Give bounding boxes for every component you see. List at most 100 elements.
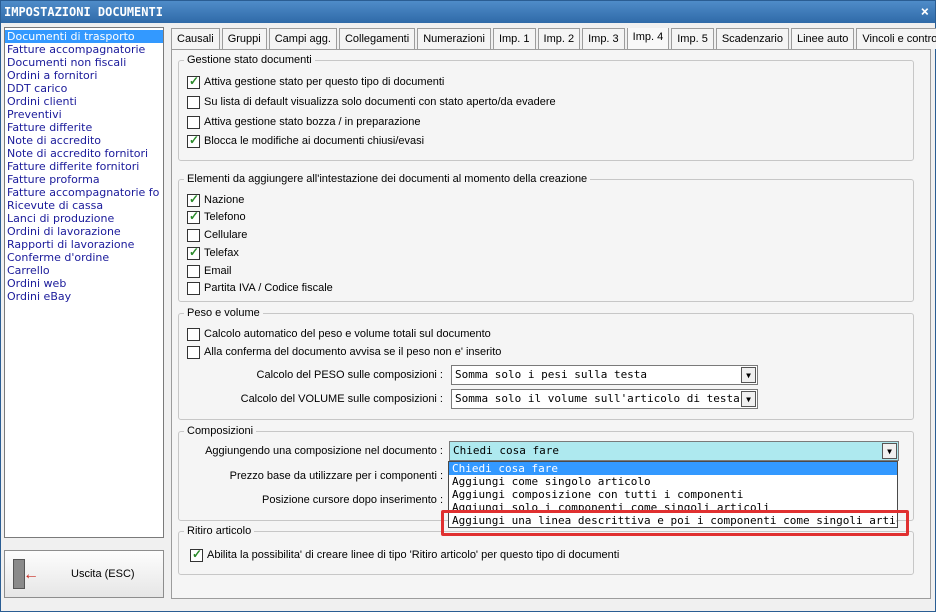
group-intestazione-legend: Elementi da aggiungere all'intestazione … (187, 173, 588, 185)
list-item[interactable]: Documenti di trasporto (5, 30, 163, 43)
checkbox-row[interactable]: Cellulare (187, 228, 247, 242)
aggiungendo-label: Aggiungendo una composizione nel documen… (205, 445, 443, 457)
list-item[interactable]: Preventivi (5, 108, 163, 121)
list-item[interactable]: Rapporti di lavorazione (5, 238, 163, 251)
checkbox-row[interactable]: Nazione (187, 192, 245, 207)
ritiro-checkbox-label: Abilita la possibilita' di creare linee … (207, 549, 620, 561)
highlight-box (441, 510, 909, 536)
tab-gruppi[interactable]: Gruppi (221, 28, 267, 49)
list-item[interactable]: Ordini clienti (5, 95, 163, 108)
tab-collegamenti[interactable]: Collegamenti (338, 28, 416, 49)
document-type-list[interactable]: Documenti di trasporto Fatture accompagna… (4, 27, 164, 538)
prezzo-label: Prezzo base da utilizzare per i componen… (229, 470, 443, 482)
checkbox-row[interactable]: Email (187, 264, 232, 278)
checkbox[interactable] (187, 245, 200, 260)
tab-campi-agg-[interactable]: Campi agg. (268, 28, 337, 49)
dropdown-option[interactable]: Chiedi cosa fare (449, 462, 897, 475)
list-item[interactable]: Fatture differite fornitori (5, 160, 163, 173)
peso-combo[interactable]: Somma solo i pesi sulla testa ▼ (451, 365, 758, 385)
list-item[interactable]: Ordini di lavorazione (5, 225, 163, 238)
checkbox-row[interactable]: Attiva gestione stato bozza / in prepara… (187, 115, 420, 129)
tab-vincoli-e-controlli[interactable]: Vincoli e controlli (856, 28, 936, 49)
aggiungendo-combo-value: Chiedi cosa fare (453, 444, 559, 457)
group-composizioni-legend: Composizioni (187, 425, 254, 437)
dropdown-option[interactable]: Aggiungi come singolo articolo (449, 475, 897, 488)
checkbox-row[interactable]: Attiva gestione stato per questo tipo di… (187, 74, 445, 89)
chevron-down-icon[interactable]: ▼ (741, 367, 756, 383)
peso-combo-value: Somma solo i pesi sulla testa (455, 368, 648, 381)
settings-window: IMPOSTAZIONI DOCUMENTI × Documenti di tr… (0, 0, 936, 612)
exit-door-icon: ← (13, 559, 39, 589)
checkbox-row[interactable]: Calcolo automatico del peso e volume tot… (187, 327, 491, 341)
list-item[interactable]: Documenti non fiscali (5, 56, 163, 69)
list-item[interactable]: Note di accredito fornitori (5, 147, 163, 160)
checkbox[interactable] (187, 327, 200, 341)
checkbox[interactable] (187, 264, 200, 278)
group-ritiro-legend: Ritiro articolo (187, 525, 252, 537)
list-item[interactable]: Ordini eBay (5, 290, 163, 303)
list-item[interactable]: Ordini a fornitori (5, 69, 163, 82)
list-item[interactable]: Carrello (5, 264, 163, 277)
checkbox-label: Telefax (204, 247, 239, 259)
chevron-down-icon[interactable]: ▼ (741, 391, 756, 407)
checkbox-row[interactable]: Alla conferma del documento avvisa se il… (187, 345, 501, 359)
ritiro-checkbox-row[interactable]: Abilita la possibilita' di creare linee … (190, 547, 620, 562)
checkbox-label: Email (204, 265, 232, 277)
list-item[interactable]: Lanci di produzione (5, 212, 163, 225)
checkbox-row[interactable]: Su lista di default visualizza solo docu… (187, 95, 556, 109)
checkbox-label: Partita IVA / Codice fiscale (204, 282, 333, 294)
chevron-down-icon[interactable]: ▼ (882, 443, 897, 459)
list-item[interactable]: Note di accredito (5, 134, 163, 147)
volume-combo-value: Somma solo il volume sull'articolo di te… (455, 392, 740, 405)
checkbox[interactable] (187, 228, 200, 242)
list-item[interactable]: Fatture differite (5, 121, 163, 134)
tab-strip: Causali Gruppi Campi agg. Collegamenti Numer… (171, 28, 936, 50)
tab-imp-2[interactable]: Imp. 2 (537, 28, 581, 49)
checkbox[interactable] (187, 95, 200, 109)
list-item[interactable]: Fatture accompagnatorie (5, 43, 163, 56)
checkbox[interactable] (187, 209, 200, 224)
tab-linee-auto[interactable]: Linee auto (790, 28, 855, 49)
list-item[interactable]: Fatture proforma (5, 173, 163, 186)
checkbox[interactable] (187, 281, 200, 295)
checkbox-row[interactable]: Partita IVA / Codice fiscale (187, 281, 333, 295)
checkbox[interactable] (187, 345, 200, 359)
checkbox-label: Attiva gestione stato bozza / in prepara… (204, 116, 421, 128)
volume-combo[interactable]: Somma solo il volume sull'articolo di te… (451, 389, 758, 409)
list-item[interactable]: Ricevute di cassa (5, 199, 163, 212)
tab-imp-1[interactable]: Imp. 1 (492, 28, 536, 49)
exit-button-label: Uscita (ESC) (71, 568, 135, 580)
checkbox-label: Nazione (204, 194, 245, 206)
tab-imp-5[interactable]: Imp. 5 (671, 28, 714, 49)
checkbox-label: Telefono (204, 211, 246, 223)
checkbox-label: Alla conferma del documento avvisa se il… (204, 346, 502, 358)
checkbox-label: Cellulare (204, 229, 248, 241)
tab-scadenzario[interactable]: Scadenzario (715, 28, 789, 49)
tab-numerazioni[interactable]: Numerazioni (417, 28, 491, 49)
checkbox-row[interactable]: Blocca le modifiche ai documenti chiusi/… (187, 133, 425, 148)
tab-imp-3[interactable]: Imp. 3 (582, 28, 625, 49)
aggiungendo-combo[interactable]: Chiedi cosa fare ▼ (449, 441, 899, 461)
checkbox-label: Attiva gestione stato per questo tipo di… (204, 76, 445, 88)
tab-causali[interactable]: Causali (171, 28, 220, 49)
checkbox-label: Su lista di default visualizza solo docu… (204, 96, 556, 108)
close-icon[interactable]: × (921, 1, 929, 23)
checkbox[interactable] (187, 133, 200, 148)
list-item[interactable]: Ordini web (5, 277, 163, 290)
exit-button[interactable]: ← Uscita (ESC) (4, 550, 164, 598)
tab-imp-4[interactable]: Imp. 4 (626, 28, 670, 49)
list-item[interactable]: DDT carico (5, 82, 163, 95)
list-item[interactable]: Conferme d'ordine (5, 251, 163, 264)
group-peso-volume-legend: Peso e volume (187, 307, 260, 319)
peso-label: Calcolo del PESO sulle composizioni : (256, 369, 443, 381)
checkbox[interactable] (190, 547, 203, 562)
window-title: IMPOSTAZIONI DOCUMENTI (4, 5, 163, 19)
list-item[interactable]: Fatture accompagnatorie fo (5, 186, 163, 199)
checkbox[interactable] (187, 115, 200, 129)
checkbox-row[interactable]: Telefono (187, 209, 246, 224)
checkbox-label: Blocca le modifiche ai documenti chiusi/… (204, 135, 425, 147)
checkbox[interactable] (187, 192, 200, 207)
checkbox[interactable] (187, 74, 200, 89)
dropdown-option[interactable]: Aggiungi composizione con tutti i compon… (449, 488, 897, 501)
checkbox-row[interactable]: Telefax (187, 245, 239, 260)
